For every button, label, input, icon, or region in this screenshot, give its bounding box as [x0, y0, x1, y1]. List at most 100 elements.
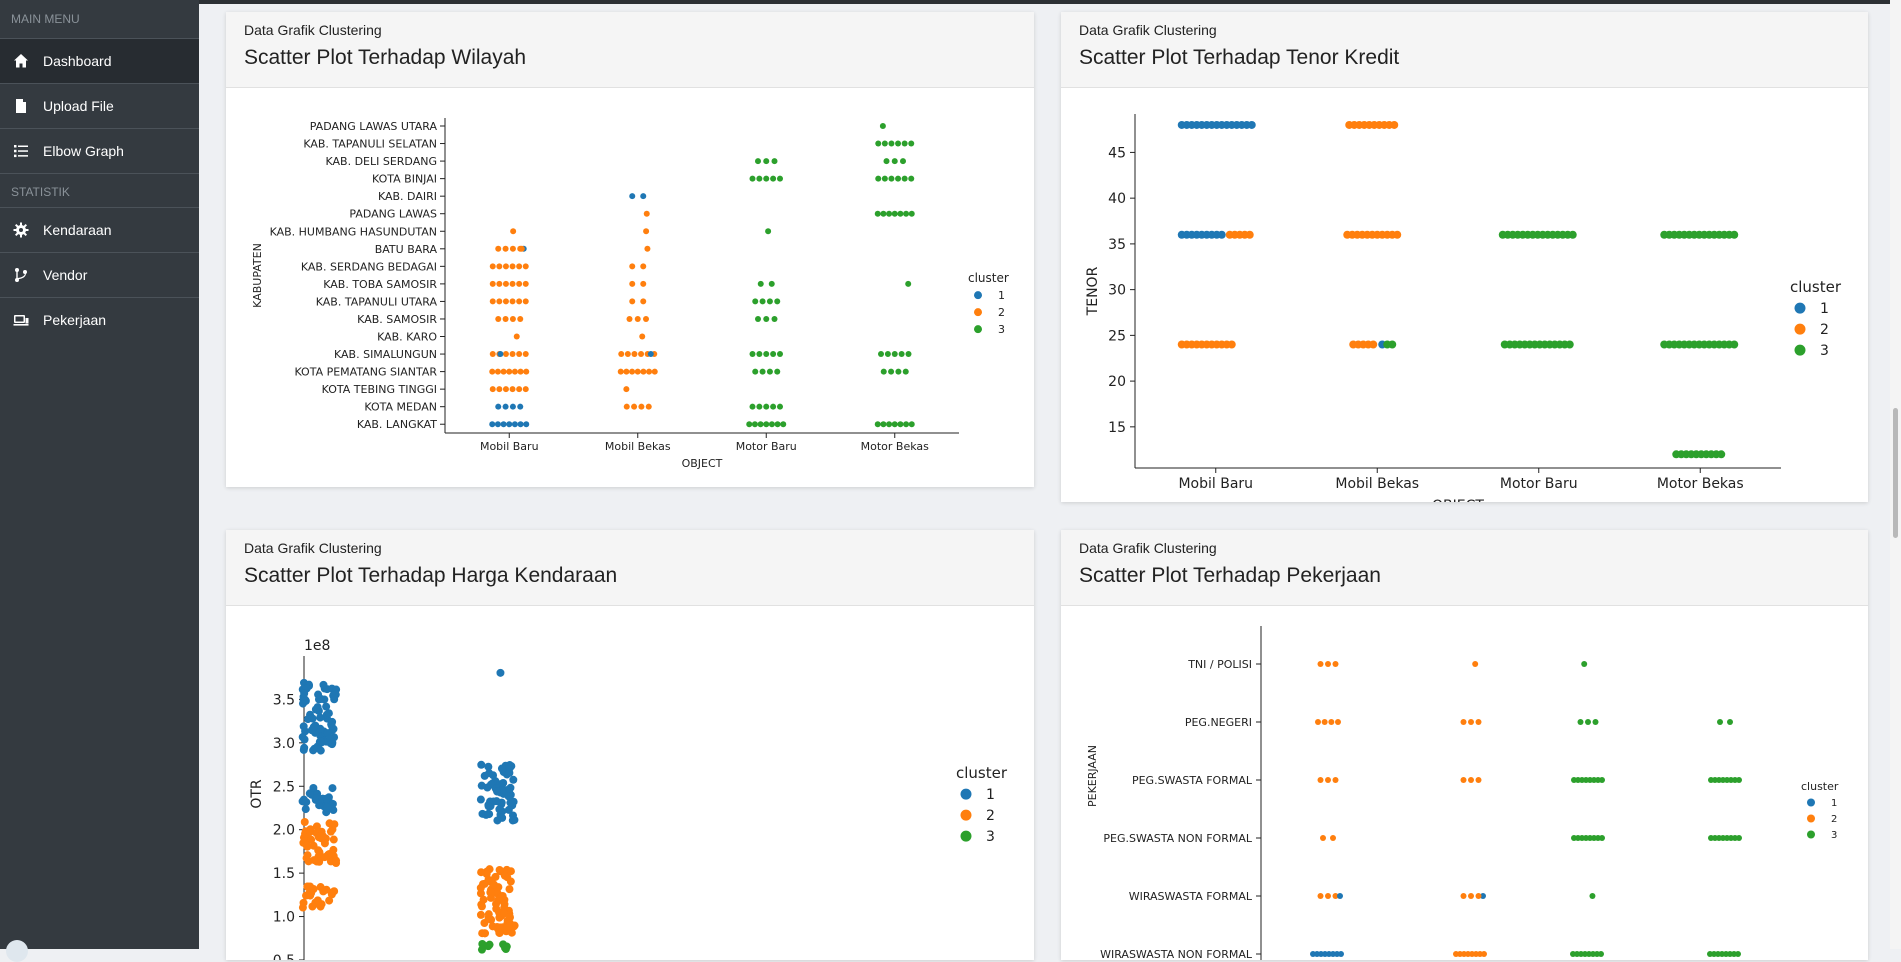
sidebar-item-label: Dashboard	[43, 53, 112, 69]
data-point-cluster-2	[643, 315, 649, 322]
y-tick-label: 3.0	[273, 736, 295, 752]
legend-label: 3	[998, 323, 1005, 336]
data-point-cluster-3	[1585, 719, 1591, 725]
data-point-cluster-2	[516, 351, 523, 358]
data-point-cluster-2	[505, 885, 514, 894]
data-point-cluster-2	[487, 888, 496, 897]
data-point-cluster-2	[1481, 951, 1487, 957]
data-point-cluster-2	[476, 883, 485, 892]
card-title: Scatter Plot Terhadap Tenor Kredit	[1079, 46, 1400, 69]
data-point-cluster-2	[517, 368, 524, 375]
data-point-cluster-3	[1727, 719, 1733, 725]
y-tick-label: 2.5	[273, 779, 295, 795]
data-point-cluster-3	[902, 368, 909, 375]
legend-marker-cluster-1	[1794, 302, 1806, 314]
data-point-cluster-3	[477, 945, 486, 954]
data-point-cluster-3	[874, 421, 881, 428]
data-point-cluster-2	[1475, 893, 1482, 899]
y-tick-label: 3.5	[273, 692, 295, 708]
data-point-cluster-3	[771, 158, 778, 165]
x-tick-label: Mobil Baru	[1178, 476, 1253, 492]
data-point-cluster-2	[1332, 777, 1339, 783]
data-point-cluster-2	[1468, 777, 1474, 783]
legend-label: 1	[1831, 798, 1837, 809]
data-point-cluster-1	[495, 403, 502, 410]
data-point-cluster-2	[1325, 661, 1331, 667]
legend-marker-cluster-2	[1807, 814, 1815, 823]
card-header: Data Grafik Clustering Scatter Plot Terh…	[1061, 530, 1868, 606]
data-point-cluster-2	[640, 280, 647, 287]
data-point-cluster-3	[777, 175, 783, 182]
data-point-cluster-2	[329, 835, 338, 844]
data-point-cluster-2	[1325, 777, 1331, 783]
avatar[interactable]	[6, 940, 28, 962]
data-point-cluster-2	[522, 386, 529, 393]
data-point-cluster-3	[756, 351, 763, 358]
data-point-cluster-2	[476, 910, 485, 919]
x-tick-label: Motor Baru	[1500, 476, 1578, 492]
data-point-cluster-2	[496, 280, 503, 287]
sidebar-item-kendaraan[interactable]: Kendaraan	[0, 207, 199, 252]
data-point-cluster-2	[509, 315, 516, 322]
data-point-cluster-2	[522, 263, 529, 270]
data-point-cluster-2	[639, 333, 646, 340]
sidebar-item-pekerjaan[interactable]: Pekerjaan	[0, 297, 199, 342]
y-tick-label: 0.5	[273, 953, 295, 960]
data-point-cluster-2	[1320, 835, 1326, 841]
list-icon	[11, 141, 31, 161]
data-point-cluster-1	[517, 421, 524, 428]
data-point-cluster-2	[617, 368, 624, 375]
sidebar-item-vendor[interactable]: Vendor	[0, 252, 199, 297]
data-point-cluster-1	[480, 771, 489, 780]
data-point-cluster-2	[488, 922, 497, 931]
chart-card-pekerjaan: Data Grafik Clustering Scatter Plot Terh…	[1061, 530, 1868, 960]
data-point-cluster-2	[1227, 340, 1236, 349]
data-point-cluster-1	[316, 746, 325, 755]
data-point-cluster-1	[329, 691, 338, 700]
data-point-cluster-2	[1460, 777, 1467, 783]
data-point-cluster-3	[908, 175, 915, 182]
y-tick-label: PEG.NEGERI	[1185, 716, 1252, 729]
data-point-cluster-2	[640, 368, 647, 375]
legend-label: 2	[986, 808, 995, 824]
card-header: Data Grafik Clustering Scatter Plot Terh…	[226, 12, 1034, 88]
data-point-cluster-3	[752, 368, 759, 375]
data-point-cluster-1	[509, 403, 516, 410]
scrollbar-thumb[interactable]	[1893, 408, 1898, 538]
data-point-cluster-3	[780, 421, 787, 428]
data-point-cluster-3	[755, 315, 761, 322]
data-point-cluster-1	[328, 784, 337, 793]
sidebar-item-dashboard[interactable]: Dashboard	[0, 38, 199, 83]
data-point-cluster-2	[522, 280, 529, 287]
legend-title: cluster	[968, 271, 1009, 285]
data-point-cluster-2	[509, 263, 516, 270]
sidebar-item-elbow-graph[interactable]: Elbow Graph	[0, 128, 199, 173]
sidebar-item-upload-file[interactable]: Upload File	[0, 83, 199, 128]
y-tick-label: KAB. TAPANULI SELATAN	[303, 138, 437, 151]
x-tick-label: Motor Bekas	[861, 440, 930, 453]
y-tick-label: KAB. SAMOSIR	[357, 313, 437, 326]
data-point-cluster-1	[322, 794, 331, 803]
data-point-cluster-3	[749, 403, 756, 410]
page-scrollbar[interactable]	[1890, 0, 1901, 949]
card-title: Scatter Plot Terhadap Wilayah	[244, 46, 527, 69]
data-point-cluster-1	[300, 689, 309, 698]
legend-label: 3	[1831, 830, 1837, 841]
data-point-cluster-2	[300, 818, 309, 827]
data-point-cluster-2	[623, 368, 630, 375]
legend-label: 1	[986, 787, 995, 803]
legend-label: 3	[1820, 343, 1829, 359]
data-point-cluster-3	[886, 210, 893, 217]
data-point-cluster-2	[638, 351, 645, 358]
legend-label: 1	[998, 289, 1005, 302]
data-point-cluster-1	[316, 737, 325, 746]
data-point-cluster-3	[886, 421, 893, 428]
data-point-cluster-2	[502, 386, 509, 393]
top-bar	[0, 0, 1901, 4]
data-point-cluster-2	[1317, 661, 1324, 667]
data-point-cluster-3	[1568, 230, 1577, 239]
data-point-cluster-3	[1565, 340, 1574, 349]
data-point-cluster-2	[631, 351, 638, 358]
data-point-cluster-2	[1460, 719, 1467, 725]
legend-label: 2	[998, 306, 1005, 319]
